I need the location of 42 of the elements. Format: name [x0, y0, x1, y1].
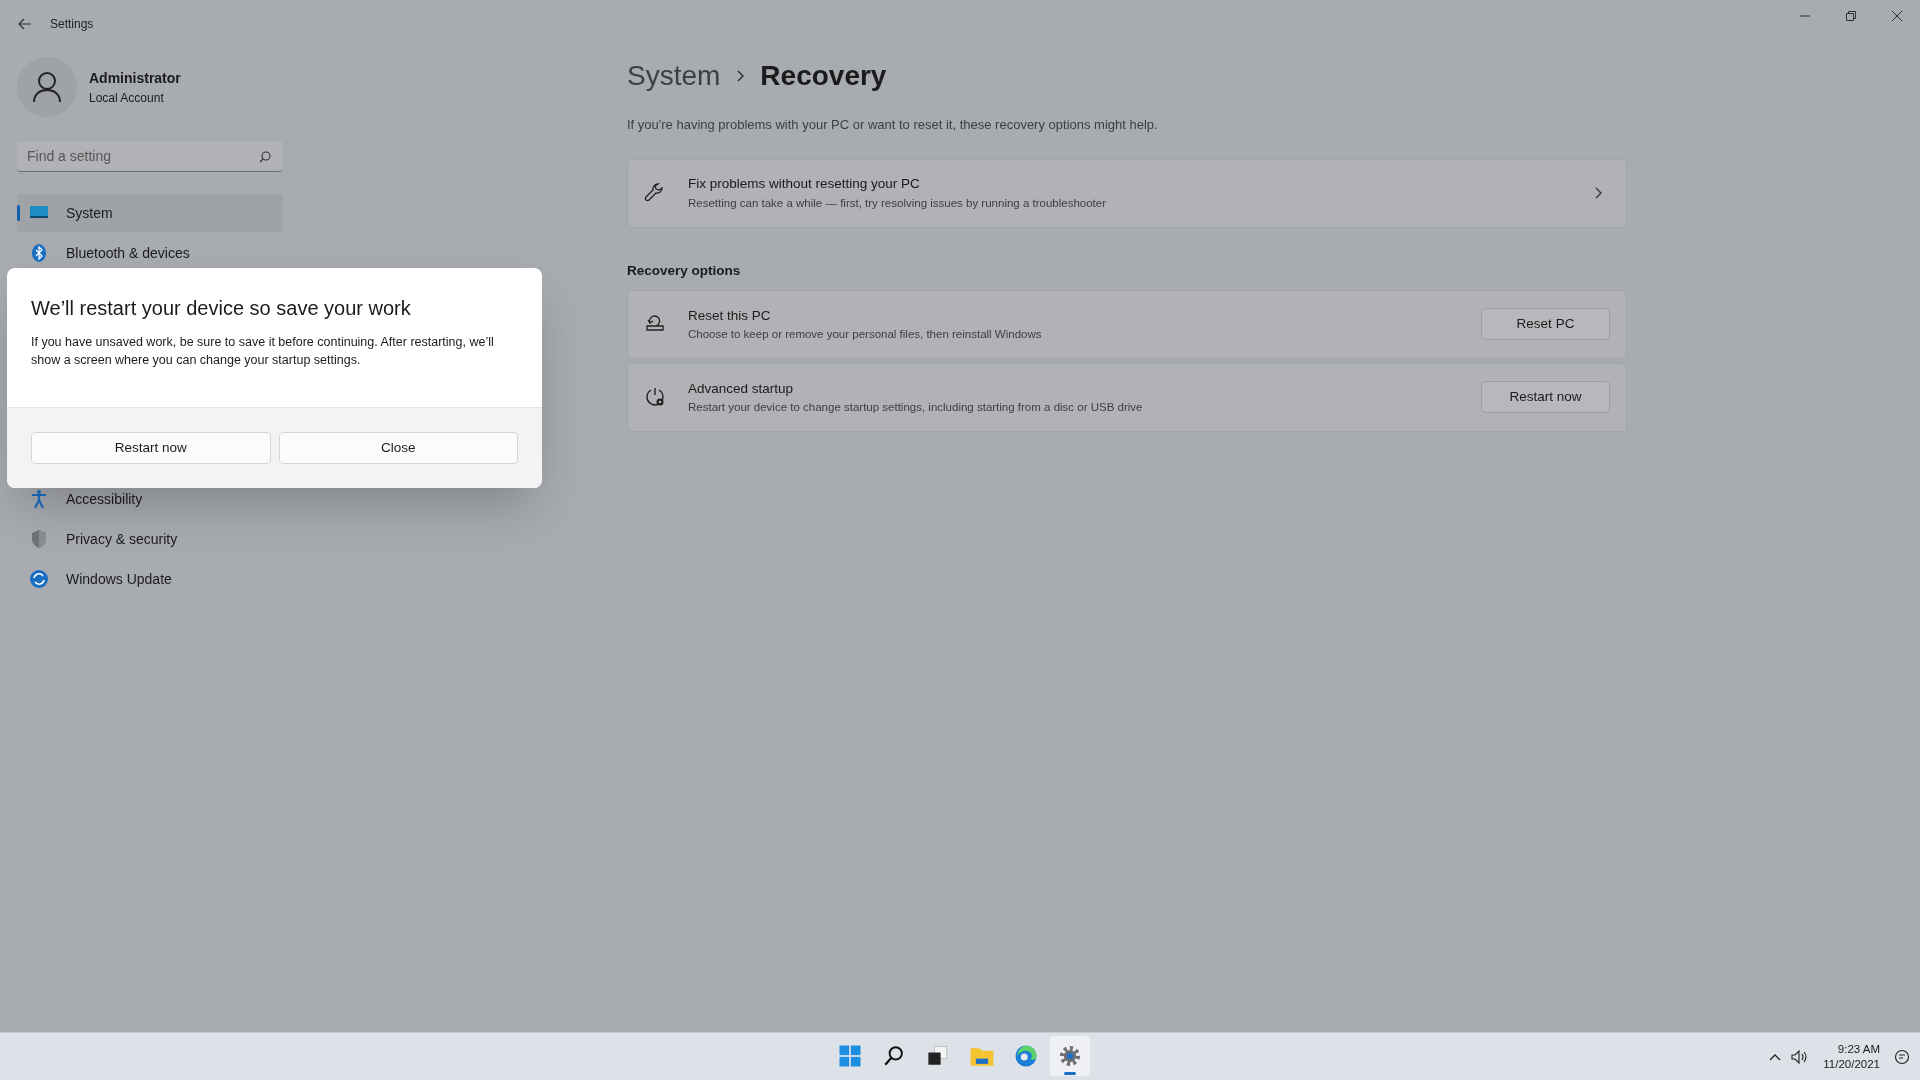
- dialog-message: If you have unsaved work, be sure to save it before continuing. After restarting, we’ll show a screen where you can change your startup settings.: [31, 334, 495, 369]
- card-title: Fix problems without resetting your PC: [688, 175, 921, 194]
- nav-item[interactable]: Bluetooth & devices: [17, 234, 283, 272]
- restore-icon[interactable]: [1846, 11, 1856, 21]
- dialog-button[interactable]: Restart now: [31, 432, 271, 464]
- close-icon[interactable]: [1892, 11, 1902, 21]
- nav-item[interactable]: Accessibility: [17, 480, 283, 518]
- search-icon: [259, 151, 271, 163]
- search-field[interactable]: Find a setting: [17, 141, 283, 172]
- card-subtitle: Restart your device to change startup settings, including starting from a disc or USB drive: [688, 399, 1144, 415]
- action-button[interactable]: Restart now: [1481, 381, 1610, 414]
- section-heading: Recovery options: [627, 261, 742, 280]
- back-icon[interactable]: [18, 18, 32, 30]
- card-subtitle: Choose to keep or remove your personal files, then reinstall Windows: [688, 326, 1043, 342]
- action-button[interactable]: Reset PC: [1481, 308, 1610, 341]
- dialog-button[interactable]: Close: [278, 432, 518, 464]
- card-subtitle: Resetting can take a while — first, try resolving issues by running a troubleshooter: [688, 195, 1108, 211]
- chevron-icon: [736, 70, 745, 82]
- speaker-icon[interactable]: [1791, 1049, 1810, 1064]
- notification-icon[interactable]: [1894, 1048, 1910, 1065]
- accessibility-icon: [29, 489, 49, 509]
- power-gear-icon: [644, 386, 666, 409]
- window-title: Settings: [50, 16, 94, 33]
- nav-item[interactable]: Privacy & security: [17, 520, 283, 558]
- chevron-up-icon[interactable]: [1769, 1052, 1782, 1061]
- nav-item[interactable]: System: [17, 194, 283, 232]
- account-type: Local Account: [89, 89, 165, 107]
- sync-icon: [29, 569, 49, 589]
- card-title: Reset this PC: [688, 306, 772, 325]
- clock[interactable]: 9:23 AM 11/20/2021: [1819, 1041, 1884, 1072]
- page-description: If you're having problems with your PC or want to reset it, these recovery options might help.: [627, 116, 1159, 134]
- shield-icon: [29, 529, 49, 549]
- account-name: Administrator: [89, 68, 181, 88]
- bluetooth-icon: [29, 243, 49, 263]
- troubleshoot-card[interactable]: Fix problems without resetting your PC Resetting can take a while — first, try resolving issues by running a troubleshooter: [627, 158, 1627, 228]
- dialog-title: We’ll restart your device so save your work: [31, 296, 412, 321]
- card-title: Advanced startup: [688, 379, 795, 398]
- breadcrumb-link[interactable]: System: [627, 55, 721, 97]
- nav-item[interactable]: Windows Update: [17, 560, 283, 598]
- wrench-icon: [644, 182, 666, 204]
- chevron-icon: [1594, 187, 1602, 199]
- page-title: Recovery: [760, 59, 887, 93]
